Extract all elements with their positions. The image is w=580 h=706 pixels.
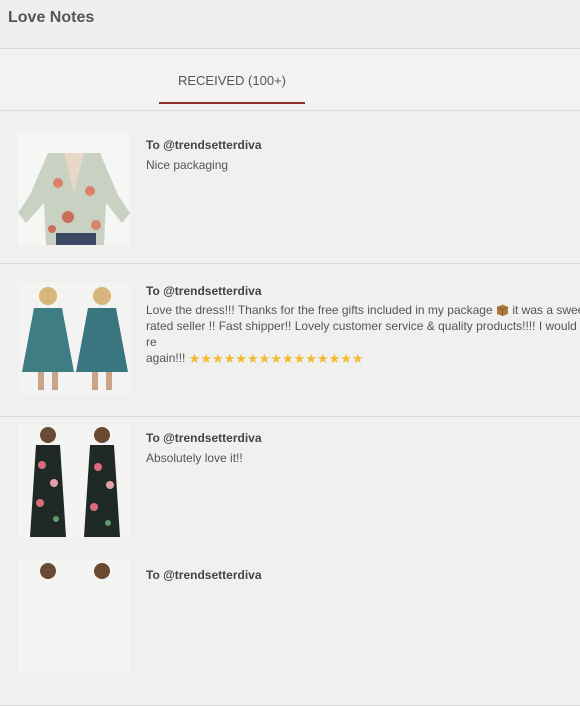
star-icon: ★ [340, 351, 352, 366]
star-icon: ★ [305, 351, 317, 366]
list-item[interactable]: To @trendsetterdiva Nice packaging [0, 111, 580, 264]
note-recipient: To @trendsetterdiva [146, 138, 262, 152]
star-icon: ★ [328, 351, 341, 366]
page-title: Love Notes [8, 9, 95, 26]
star-icon: ★ [316, 351, 329, 366]
star-icon: ★ [270, 351, 282, 366]
floral-maxi-dress-image [18, 425, 130, 537]
note-recipient: To @trendsetterdiva [146, 284, 262, 298]
star-icon: ★ [235, 351, 247, 366]
product-thumbnail[interactable] [18, 282, 130, 394]
header: Love Notes [0, 0, 580, 49]
package-icon [496, 304, 509, 316]
note-text-line3: again!!! [146, 351, 186, 365]
list-item[interactable]: To @trendsetterdiva Love the dress!!! Th… [0, 264, 580, 417]
list-item[interactable]: To @trendsetterdiva Absolutely love it!! [0, 417, 580, 570]
star-icon: ★ [188, 351, 201, 366]
tab-received[interactable]: RECEIVED (100+) [159, 49, 305, 105]
note-text: Absolutely love it!! [146, 451, 243, 465]
list-item[interactable]: To @trendsetterdiva [0, 553, 580, 706]
star-icon: ★ [200, 351, 213, 366]
product-image [18, 559, 130, 671]
star-icon: ★ [247, 351, 259, 366]
teal-dress-image [18, 282, 130, 394]
product-thumbnail[interactable] [18, 133, 130, 245]
floral-blouse-image [18, 133, 130, 245]
star-icon: ★ [281, 351, 294, 366]
note-text-line1-part2: it was a swee [508, 303, 580, 317]
note-text-line2: rated seller !! Fast shipper!! Lovely cu… [146, 319, 577, 349]
star-icon: ★ [351, 351, 364, 366]
note-text: Nice packaging [146, 158, 229, 172]
star-icon: ★ [258, 351, 271, 366]
note-text-line1-part1: Love the dress!!! Thanks for the free gi… [146, 303, 493, 317]
star-icon: ★ [212, 351, 224, 366]
star-icon: ★ [223, 351, 236, 366]
note-text: Love the dress!!! Thanks for the free gi… [146, 302, 580, 367]
product-thumbnail[interactable] [18, 425, 130, 537]
product-thumbnail[interactable] [18, 559, 130, 671]
active-tab-indicator [159, 102, 305, 104]
star-rating: ★★★★★★★★★★★★★★★ [189, 351, 364, 367]
star-icon: ★ [293, 351, 306, 366]
note-recipient: To @trendsetterdiva [146, 431, 262, 445]
